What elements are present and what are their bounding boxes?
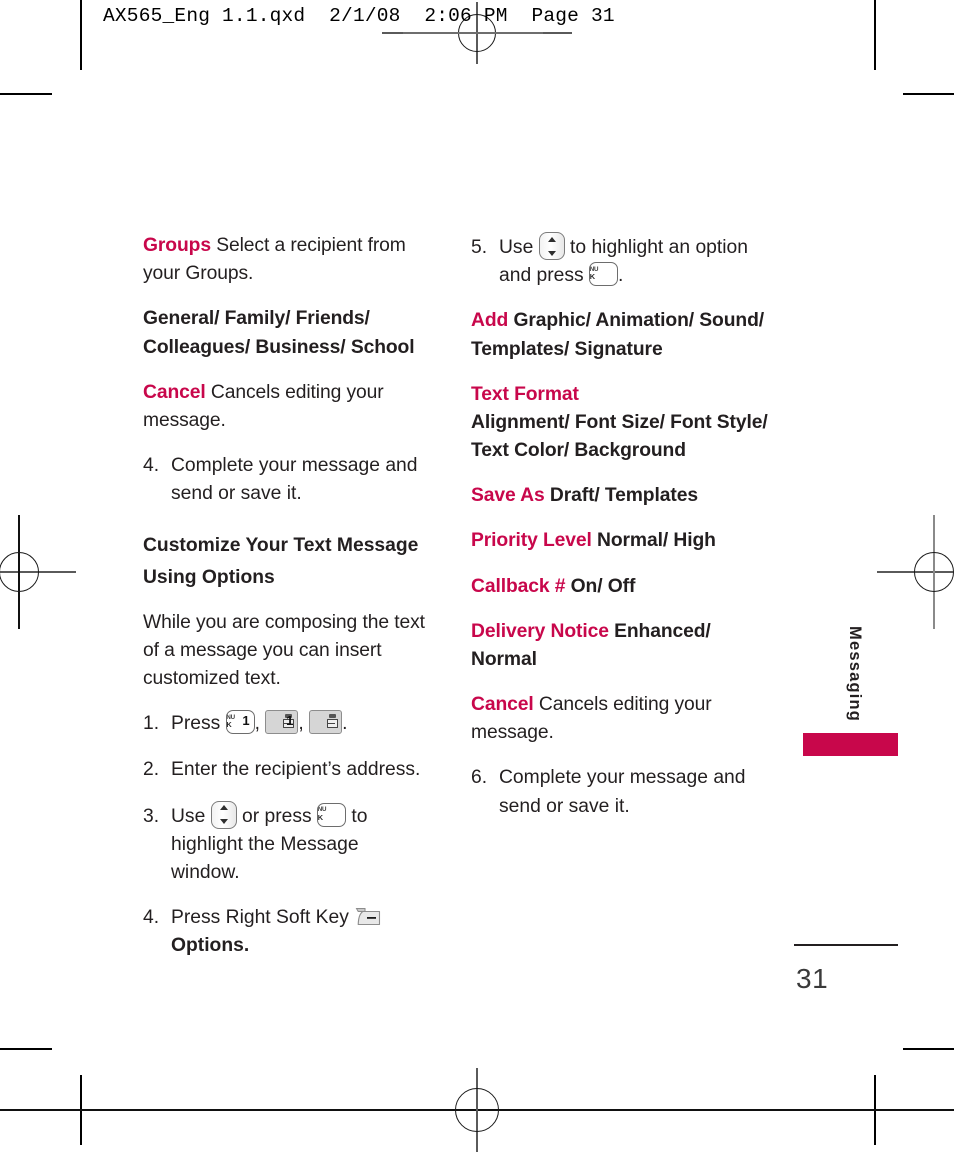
arrow-up-icon (547, 236, 556, 242)
section-heading-customize: Customize Your Text Message Using Option… (143, 535, 419, 588)
step-number: 6. (471, 767, 488, 789)
step-text-after: . (618, 265, 624, 287)
envelope-icon (326, 718, 338, 728)
arrow-down-icon (219, 819, 228, 825)
trim-mark-bottom-left-horizontal (0, 1048, 52, 1050)
step-text-middle: or press (242, 805, 312, 827)
side-tab-chapter-label: Messaging (846, 626, 864, 723)
trim-mark-top-left-horizontal (0, 93, 52, 95)
customize-intro: While you are composing the text of a me… (143, 611, 425, 690)
add-entry: Add Graphic/ Animation/ Sound/ Templates… (471, 307, 771, 363)
comma-2: , (298, 713, 304, 735)
header-rule (403, 32, 543, 34)
save-as-term: Save As (471, 485, 545, 507)
navigation-up-down-key-icon (210, 800, 237, 829)
step-text-before: Use (499, 237, 534, 258)
step-1-press-keys: 1. Press MENU OK , 1 , 1 . (143, 710, 428, 738)
step-6-complete-message: 6. Complete your message and send or save… (471, 764, 771, 820)
save-as-entry: Save As Draft/ Templates (471, 482, 771, 510)
groups-term: Groups (143, 235, 211, 256)
step-2-enter-address: 2. Enter the recipient’s address. (143, 756, 428, 784)
page-number: 31 (796, 963, 829, 994)
step-text: Complete your message and send or save i… (499, 767, 746, 817)
step-3-highlight-message-window: 3.Use or press MENU OK to highlight the … (143, 800, 428, 888)
left-column: Groups Select a recipient from your Grou… (143, 232, 428, 978)
step-number: 4. (143, 907, 160, 929)
step-text-middle: to highlight an option and press (499, 237, 748, 287)
callback-entry: Callback # On/ Off (471, 573, 771, 601)
step-number: 3. (143, 805, 160, 827)
step-number: 1. (143, 713, 160, 735)
text-format-entry: Text Format Alignment/ Font Size/ Font St… (471, 381, 771, 466)
arrow-up-icon (219, 805, 228, 811)
page-number-rule (794, 944, 898, 946)
step-text-before: Press Right Soft Key (171, 907, 349, 929)
menu-ok-line2: OK (317, 812, 323, 822)
registration-circle (455, 1088, 499, 1132)
text-format-term: Text Format (471, 383, 579, 405)
cancel-entry: Cancel Cancels editing your message. (143, 379, 428, 435)
groups-options: General/ Family/ Friends/ Colleagues/ Bu… (143, 308, 415, 358)
step-4-press-right-soft-key: 4. Press Right Soft Key Options. (143, 904, 428, 960)
menu-ok-key-icon: MENU OK (317, 802, 347, 827)
step-5-highlight-option: 5. Use to highlight an option and press M… (471, 232, 771, 290)
menu-ok-key-icon: MENU OK (225, 710, 255, 735)
comma-1: , (254, 713, 261, 735)
step-number: 4. (143, 455, 160, 477)
step-text-after: Options. (171, 935, 250, 957)
step-text-before: Use (171, 805, 206, 827)
trim-mark-top-right-horizontal (903, 93, 954, 95)
cancel-term: Cancel (143, 381, 206, 403)
menu-ok-key-icon: MENU OK (589, 262, 619, 287)
right-soft-key-icon (355, 908, 381, 926)
callback-options: On/ Off (570, 575, 636, 597)
side-tab-marker (803, 733, 898, 756)
priority-level-entry: Priority Level Normal/ High (471, 527, 771, 555)
delivery-notice-entry: Delivery Notice Enhanced/ Normal (471, 618, 771, 674)
callback-term: Callback # (471, 575, 566, 597)
priority-level-term: Priority Level (471, 530, 592, 552)
groups-entry: Groups Select a recipient from your Grou… (143, 232, 428, 288)
step-number: 2. (143, 758, 160, 780)
file-info-header: AX565_Eng 1.1.qxd 2/1/08 2:06 PM Page 31 (103, 5, 615, 27)
priority-level-options: Normal/ High (597, 530, 716, 552)
registration-circle (0, 552, 39, 592)
right-column: 5. Use to highlight an option and press M… (471, 232, 771, 838)
add-options: Graphic/ Animation/ Sound/ Templates/ Si… (471, 310, 765, 360)
number-1-key-icon: 1 (242, 710, 299, 735)
step-text: Complete your message and send or save i… (171, 455, 418, 505)
key-dot-glyph (328, 713, 336, 718)
registration-circle (914, 552, 954, 592)
step-text: Enter the recipient’s address. (171, 758, 421, 780)
cancel-term: Cancel (471, 694, 534, 716)
navigation-up-down-key-icon (538, 232, 565, 260)
delivery-notice-term: Delivery Notice (471, 620, 609, 642)
menu-ok-line2: OK (589, 272, 595, 282)
step-number: 5. (471, 237, 488, 258)
key-glyphs (326, 713, 338, 728)
trim-mark-top-right-vertical (874, 0, 876, 70)
text-format-options: Alignment/ Font Size/ Font Style/ Text C… (471, 411, 768, 462)
arrow-down-icon (547, 250, 556, 256)
save-as-options: Draft/ Templates (549, 485, 698, 507)
add-term: Add (471, 310, 509, 332)
trim-mark-top-left-vertical (80, 0, 82, 70)
trim-mark-bottom-right-horizontal (903, 1048, 954, 1050)
period: . (342, 713, 348, 735)
cancel-entry: Cancel Cancels editing your message. (471, 691, 771, 747)
step-text: Press (171, 713, 221, 735)
step-4-complete-message: 4. Complete your message and send or save… (143, 452, 428, 508)
number-1-key-icon: 1 (286, 710, 343, 735)
